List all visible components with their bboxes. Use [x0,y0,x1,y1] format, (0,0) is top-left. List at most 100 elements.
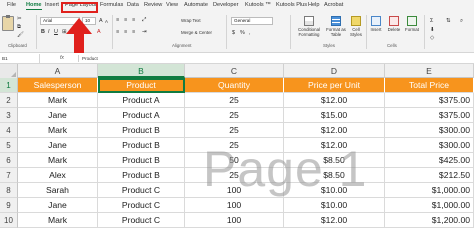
table-cell[interactable]: Mark [18,153,98,168]
number-format-select[interactable]: General [231,17,273,25]
bold-button[interactable]: B [41,29,45,35]
table-cell[interactable]: Product C [98,213,185,228]
header-cell-quantity[interactable]: Quantity [185,78,284,93]
table-cell[interactable]: Jane [18,108,98,123]
currency-icon[interactable]: $ [232,30,235,36]
name-box[interactable]: B1 [0,54,40,63]
table-cell[interactable]: 25 [185,108,284,123]
row-header-10[interactable]: 10 [0,213,18,228]
table-cell[interactable]: 25 [185,168,284,183]
table-cell[interactable]: $8.50 [284,168,385,183]
fx-icon[interactable]: fx [60,54,64,63]
table-cell[interactable]: $300.00 [385,123,474,138]
column-header-d[interactable]: D [284,64,385,78]
tab-view[interactable]: View [166,2,178,8]
row-header-1[interactable]: 1 [0,78,18,93]
table-cell[interactable]: Alex [18,168,98,183]
table-cell[interactable]: $10.00 [284,183,385,198]
tab-acrobat[interactable]: Acrobat [324,2,343,8]
table-cell[interactable]: Jane [18,138,98,153]
tab-developer[interactable]: Developer [213,2,239,8]
comma-icon[interactable]: , [249,30,251,36]
table-cell[interactable]: $1,000.00 [385,183,474,198]
table-cell[interactable]: Product B [98,153,185,168]
align-center-icon[interactable]: ≡ [124,29,127,35]
table-cell[interactable]: 50 [185,153,284,168]
paste-icon[interactable] [2,15,14,31]
fill-icon[interactable]: ⬇ [430,27,435,33]
tab-kutools-plus[interactable]: Kutools Plus [276,2,307,8]
indent-icon[interactable]: ⇥ [142,29,147,35]
row-header-8[interactable]: 8 [0,183,18,198]
table-cell[interactable]: $1,200.00 [385,213,474,228]
tab-file[interactable]: File [7,2,16,8]
row-header-5[interactable]: 5 [0,138,18,153]
align-middle-icon[interactable]: ≡ [124,17,127,23]
column-header-a[interactable]: A [18,64,98,78]
table-cell[interactable]: $212.50 [385,168,474,183]
tab-help[interactable]: Help [308,2,320,8]
table-cell[interactable]: Product B [98,168,185,183]
header-cell-total-price[interactable]: Total Price [385,78,474,93]
header-cell-price-per-unit[interactable]: Price per Unit [284,78,385,93]
merge-center-button[interactable]: Merge & Center [181,30,212,35]
row-header-2[interactable]: 2 [0,93,18,108]
table-cell[interactable]: $425.00 [385,153,474,168]
find-select-icon[interactable]: ⌕ [460,18,463,24]
insert-cells-button[interactable]: Insert [368,16,384,32]
table-cell[interactable]: Product B [98,123,185,138]
table-cell[interactable]: $10.00 [284,198,385,213]
row-header-9[interactable]: 9 [0,198,18,213]
table-cell[interactable]: Sarah [18,183,98,198]
table-cell[interactable]: $15.00 [284,108,385,123]
decrease-font-icon[interactable]: A [105,19,108,25]
table-cell[interactable]: Jane [18,198,98,213]
autosum-icon[interactable]: Σ [430,18,433,24]
table-cell[interactable]: $12.00 [284,213,385,228]
underline-button[interactable]: U [54,29,58,35]
table-cell[interactable]: $12.00 [284,93,385,108]
table-cell[interactable]: Product A [98,93,185,108]
column-header-e[interactable]: E [385,64,474,78]
table-cell[interactable]: 100 [185,198,284,213]
align-top-icon[interactable]: ≡ [116,17,119,23]
column-header-c[interactable]: C [185,64,284,78]
table-cell[interactable]: $12.00 [284,138,385,153]
row-header-4[interactable]: 4 [0,123,18,138]
row-header-6[interactable]: 6 [0,153,18,168]
header-cell-product[interactable]: Product [98,78,185,93]
orientation-icon[interactable]: ⤢ [142,17,146,23]
formula-input[interactable]: Product [82,54,98,63]
align-right-icon[interactable]: ≡ [132,29,135,35]
select-all-button[interactable] [0,64,18,78]
copy-icon[interactable]: ⧉ [17,24,21,30]
table-cell[interactable]: Mark [18,213,98,228]
row-header-3[interactable]: 3 [0,108,18,123]
sort-filter-icon[interactable]: ⇅ [446,18,451,24]
tab-formulas[interactable]: Formulas [100,2,123,8]
table-cell[interactable]: Product C [98,183,185,198]
tab-review[interactable]: Review [144,2,162,8]
table-cell[interactable]: 100 [185,183,284,198]
format-as-table-button[interactable]: Format as Table [326,16,346,37]
table-cell[interactable]: Product B [98,138,185,153]
tab-automate[interactable]: Automate [184,2,208,8]
increase-font-icon[interactable]: A [99,18,103,24]
font-color-icon[interactable]: A [97,29,101,35]
italic-button[interactable]: I [48,29,50,35]
percent-icon[interactable]: % [240,30,245,36]
table-cell[interactable]: Product A [98,108,185,123]
table-cell[interactable]: $300.00 [385,138,474,153]
table-cell[interactable]: $8.50 [284,153,385,168]
table-cell[interactable]: 100 [185,213,284,228]
table-cell[interactable]: $12.00 [284,123,385,138]
tab-data[interactable]: Data [127,2,139,8]
table-cell[interactable]: $375.00 [385,108,474,123]
tab-insert[interactable]: Insert [45,2,59,8]
conditional-formatting-button[interactable]: Conditional Formatting [294,16,324,37]
cut-icon[interactable]: ✂ [17,16,22,22]
clear-icon[interactable]: ◇ [430,35,434,41]
format-painter-icon[interactable]: 🖌 [17,32,24,38]
tab-home[interactable]: Home [26,2,42,10]
table-cell[interactable]: 25 [185,138,284,153]
